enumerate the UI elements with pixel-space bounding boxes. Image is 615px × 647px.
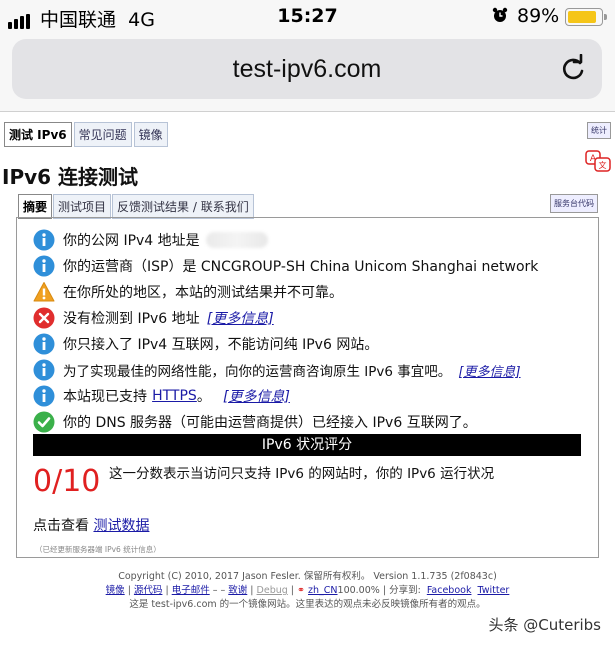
sub-tabs: 摘要 测试项目 反馈测试结果 / 联系我们	[18, 194, 255, 219]
result-ipv4-only: 你只接入了 IPv4 互联网，不能访问纯 IPv6 网站。	[33, 333, 378, 355]
translate-icon[interactable]: A 文	[585, 150, 611, 174]
footer-links: 镜像 | 源代码 | 电子邮件 – – 致谢 | Debug | ⚭ zh_CN…	[105, 585, 510, 596]
battery-icon	[565, 8, 607, 26]
stats-updated-note: （已经更新服务器端 IPv6 统计信息）	[35, 545, 161, 554]
tab-mirrors[interactable]: 镜像	[133, 122, 168, 147]
tab-feedback[interactable]: 反馈测试结果 / 联系我们	[112, 194, 254, 219]
thanks-link[interactable]: 致谢	[228, 585, 247, 596]
more-info-link[interactable]: [更多信息]	[207, 308, 274, 328]
tab-tests[interactable]: 测试项目	[53, 194, 112, 219]
address-bar[interactable]: test-ipv6.com	[12, 39, 602, 99]
network-type: 4G	[128, 9, 155, 31]
more-info-link[interactable]: [更多信息]	[458, 361, 520, 380]
redacted-ip	[205, 232, 268, 248]
debug-link[interactable]: Debug	[257, 585, 288, 596]
warning-icon	[33, 282, 55, 302]
status-bar: 中国联通 4G 15:27 89%	[0, 0, 615, 34]
locale-progress: 100.00%	[337, 585, 380, 596]
info-icon	[33, 359, 55, 381]
top-nav: 测试 IPv6 常见问题 镜像	[4, 122, 170, 147]
result-https: 本站现已支持 HTTPS。 [更多信息]	[33, 385, 290, 407]
error-icon	[33, 307, 55, 329]
service-code-button[interactable]: 服务台代码	[550, 194, 598, 213]
facebook-link[interactable]: Facebook	[427, 585, 472, 596]
score-value: 0/10	[33, 464, 101, 499]
footer: Copyright (C) 2010, 2017 Jason Fesler. 保…	[0, 570, 615, 612]
test-data-link[interactable]: 测试数据	[93, 518, 149, 534]
signal-icon	[8, 10, 32, 29]
result-no-ipv6: 没有检测到 IPv6 地址 [更多信息]	[33, 307, 274, 329]
result-ipv4-address: 你的公网 IPv4 地址是	[33, 229, 268, 251]
view-test-data: 点击查看 测试数据	[33, 518, 150, 534]
twitter-link[interactable]: Twitter	[478, 585, 510, 596]
alarm-icon	[492, 7, 508, 22]
result-dns: 你的 DNS 服务器（可能由运营商提供）已经接入 IPv6 互联网了。	[33, 411, 477, 433]
result-isp: 你的运营商（ISP）是 CNCGROUP-SH China Unicom Sha…	[33, 255, 538, 277]
score-description: 这一分数表示当访问只支持 IPv6 的网站时，你的 IPv6 运行状况	[109, 466, 495, 482]
info-icon	[33, 385, 55, 407]
tab-summary[interactable]: 摘要	[18, 194, 53, 219]
disclaimer: 这是 test-ipv6.com 的一个镜像网站。这里表达的观点未必反映镜像所有…	[129, 599, 486, 610]
result-region-warning: 在你所处的地区，本站的测试结果并不可靠。	[33, 281, 343, 303]
results-panel: 你的公网 IPv4 地址是 你的运营商（ISP）是 CNCGROUP-SH Ch…	[16, 217, 599, 558]
share-label: 分享到:	[389, 585, 421, 596]
tab-test-ipv6[interactable]: 测试 IPv6	[4, 122, 72, 147]
info-icon	[33, 229, 55, 251]
locale-link[interactable]: zh_CN	[308, 585, 338, 596]
page-title: IPv6 连接测试	[2, 165, 139, 189]
info-icon	[33, 333, 55, 355]
source-link[interactable]: 源代码	[134, 585, 163, 596]
copyright: Copyright (C) 2010, 2017 Jason Fesler. 保…	[118, 571, 497, 582]
carrier-label: 中国联通 4G	[40, 9, 155, 31]
tab-faq[interactable]: 常见问题	[73, 122, 132, 147]
url-text[interactable]: test-ipv6.com	[12, 55, 602, 84]
stats-button[interactable]: 统计	[587, 122, 611, 139]
watermark: 头条 @Cuteribs	[488, 616, 601, 634]
svg-text:文: 文	[599, 160, 607, 170]
more-info-link[interactable]: [更多信息]	[223, 386, 290, 406]
https-link[interactable]: HTTPS	[152, 388, 197, 404]
browser-toolbar: test-ipv6.com	[0, 34, 615, 112]
battery-percent: 89%	[517, 5, 560, 27]
reload-icon[interactable]	[558, 54, 588, 84]
locale-icon: ⚭	[297, 585, 305, 596]
score-header: IPv6 状况评分	[33, 434, 581, 456]
check-icon	[33, 411, 55, 433]
email-link[interactable]: 电子邮件	[172, 585, 210, 596]
info-icon	[33, 255, 55, 277]
mirrors-link[interactable]: 镜像	[106, 585, 125, 596]
result-ask-isp: 为了实现最佳的网络性能，向你的运营商咨询原生 IPv6 事宜吧。 [更多信息]	[33, 359, 521, 381]
